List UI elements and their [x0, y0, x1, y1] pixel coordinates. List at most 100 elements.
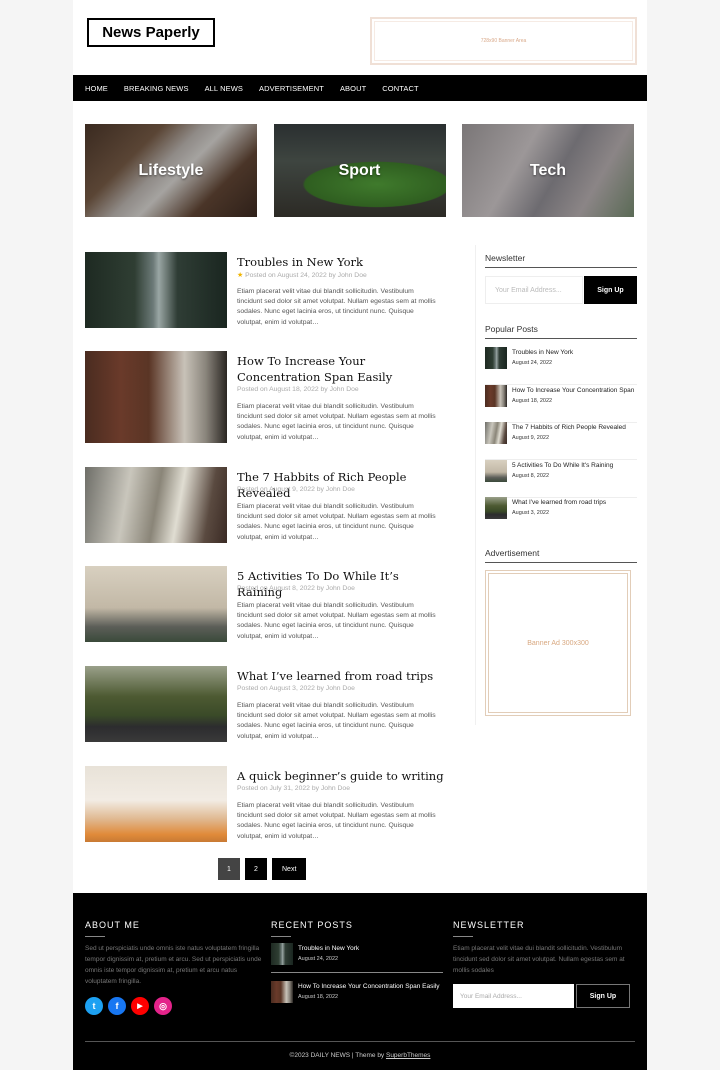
- footer-recent-title: RECENT POSTS: [271, 920, 353, 937]
- footer-post-title[interactable]: How To Increase Your Concentration Span …: [298, 983, 440, 990]
- post-thumbnail[interactable]: [85, 467, 227, 543]
- facebook-icon[interactable]: f: [108, 997, 126, 1015]
- post-thumbnail[interactable]: [85, 351, 227, 443]
- pagination: 1 2 Next: [218, 858, 307, 880]
- post-meta: Posted on July 31, 2022 by John Doe: [237, 785, 350, 792]
- category-tiles: Lifestyle Sport Tech: [85, 124, 634, 217]
- star-icon: ★: [237, 272, 244, 279]
- post-meta: Posted on August 8, 2022 by John Doe: [237, 585, 355, 592]
- popular-posts-title: Popular Posts: [485, 324, 637, 339]
- site-logo[interactable]: News Paperly: [87, 18, 215, 47]
- page: News Paperly 728x90 Banner Area HOME BRE…: [73, 0, 647, 1070]
- nav-about[interactable]: ABOUT: [340, 84, 366, 93]
- post-title[interactable]: The 7 Habbits of Rich People Revealed: [237, 469, 447, 501]
- popular-post-thumbnail[interactable]: [485, 497, 507, 519]
- copyright-text: ©2023 DAILY NEWS | Theme by: [289, 1052, 386, 1059]
- footer-divider: [85, 1041, 635, 1042]
- popular-post-thumbnail[interactable]: [485, 347, 507, 369]
- popular-post-date: August 8, 2022: [512, 473, 550, 479]
- popular-post-title[interactable]: How To Increase Your Concentration Span: [512, 387, 634, 394]
- post-meta-text: Posted on August 24, 2022 by John Doe: [245, 272, 367, 279]
- post-meta: ★ Posted on August 24, 2022 by John Doe: [237, 271, 367, 279]
- category-label: Lifestyle: [138, 161, 204, 179]
- popular-post-title[interactable]: Troubles in New York: [512, 349, 573, 356]
- popular-post-title[interactable]: The 7 Habbits of Rich People Revealed: [512, 424, 626, 431]
- main-nav: HOME BREAKING NEWS ALL NEWS ADVERTISEMEN…: [73, 75, 647, 101]
- sidebar-banner-ad[interactable]: Banner Ad 300x300: [485, 570, 631, 716]
- popular-post-title[interactable]: What I've learned from road trips: [512, 499, 606, 506]
- category-label: Tech: [529, 161, 567, 179]
- footer-post-date: August 24, 2022: [298, 956, 339, 962]
- popular-post-thumbnail[interactable]: [485, 385, 507, 407]
- advertisement-widget-title: Advertisement: [485, 548, 637, 563]
- post-meta: Posted on August 9, 2022 by John Doe: [237, 486, 355, 493]
- nav-contact[interactable]: CONTACT: [382, 84, 418, 93]
- social-links: t f ▶ ◎: [85, 997, 172, 1015]
- post-title[interactable]: What I’ve learned from road trips: [237, 668, 447, 684]
- page-2-button[interactable]: 2: [245, 858, 267, 880]
- post-excerpt: Etiam placerat velit vitae dui blandit s…: [237, 602, 436, 640]
- banner-text: 728x90 Banner Area: [480, 38, 527, 44]
- category-sport[interactable]: Sport: [273, 124, 446, 217]
- post-excerpt: Etiam placerat velit vitae dui blandit s…: [237, 802, 436, 840]
- post-title[interactable]: Troubles in New York: [237, 254, 447, 270]
- popular-post-item[interactable]: Troubles in New York August 24, 2022: [485, 347, 637, 385]
- footer: ABOUT ME Sed ut perspiciatis unde omnis …: [73, 893, 647, 1070]
- popular-post-item[interactable]: How To Increase Your Concentration Span …: [485, 385, 637, 423]
- youtube-icon[interactable]: ▶: [131, 997, 149, 1015]
- ad-text: Banner Ad 300x300: [527, 639, 589, 647]
- post-title[interactable]: A quick beginner’s guide to writing: [237, 768, 447, 784]
- sidebar-divider: [475, 245, 476, 725]
- footer-recent-post[interactable]: Troubles in New York August 24, 2022: [271, 943, 443, 979]
- category-tech[interactable]: Tech: [462, 124, 634, 217]
- footer-newsletter-title: NEWSLETTER: [453, 920, 525, 937]
- nav-home[interactable]: HOME: [85, 84, 108, 93]
- post-excerpt: Etiam placerat velit vitae dui blandit s…: [237, 503, 436, 541]
- category-label: Sport: [338, 161, 381, 179]
- post-title[interactable]: How To Increase Your Concentration Span …: [237, 353, 447, 385]
- popular-post-item[interactable]: The 7 Habbits of Rich People Revealed Au…: [485, 422, 637, 460]
- post-thumbnail[interactable]: [85, 566, 227, 642]
- popular-post-date: August 24, 2022: [512, 360, 553, 366]
- popular-post-item[interactable]: 5 Activities To Do While It's Raining Au…: [485, 460, 637, 498]
- footer-signup-button[interactable]: Sign Up: [576, 984, 630, 1008]
- footer-post-title[interactable]: Troubles in New York: [298, 945, 359, 952]
- post-excerpt: Etiam placerat velit vitae dui blandit s…: [237, 702, 436, 740]
- footer-email-input[interactable]: Your Email Address...: [453, 984, 574, 1008]
- post-title[interactable]: 5 Activities To Do While It’s Raining: [237, 568, 447, 600]
- post-thumbnail[interactable]: [85, 666, 227, 742]
- post-meta: Posted on August 3, 2022 by John Doe: [237, 685, 355, 692]
- post-thumbnail[interactable]: [85, 766, 227, 842]
- nav-advertisement[interactable]: ADVERTISEMENT: [259, 84, 324, 93]
- popular-post-title[interactable]: 5 Activities To Do While It's Raining: [512, 462, 613, 469]
- next-page-button[interactable]: Next: [272, 858, 307, 880]
- post-thumbnail[interactable]: [85, 252, 227, 328]
- post-excerpt: Etiam placerat velit vitae dui blandit s…: [237, 403, 436, 441]
- popular-post-thumbnail[interactable]: [485, 422, 507, 444]
- twitter-icon[interactable]: t: [85, 997, 103, 1015]
- copyright: ©2023 DAILY NEWS | Theme by SuperbThemes: [73, 1052, 647, 1059]
- footer-about-text: Sed ut perspiciatis unde omnis iste natu…: [85, 945, 262, 985]
- sidebar-signup-button[interactable]: Sign Up: [584, 276, 637, 304]
- theme-credit-link[interactable]: SuperbThemes: [386, 1052, 430, 1059]
- nav-all-news[interactable]: ALL NEWS: [205, 84, 243, 93]
- popular-post-date: August 18, 2022: [512, 398, 553, 404]
- footer-post-divider: [271, 972, 443, 973]
- footer-post-thumbnail[interactable]: [271, 943, 293, 965]
- instagram-icon[interactable]: ◎: [154, 997, 172, 1015]
- footer-recent-post[interactable]: How To Increase Your Concentration Span …: [271, 981, 443, 1017]
- footer-post-thumbnail[interactable]: [271, 981, 293, 1003]
- category-lifestyle[interactable]: Lifestyle: [85, 124, 257, 217]
- top-banner-ad[interactable]: 728x90 Banner Area: [370, 17, 637, 65]
- popular-post-thumbnail[interactable]: [485, 460, 507, 482]
- popular-post-date: August 9, 2022: [512, 435, 550, 441]
- post-excerpt: Etiam placerat velit vitae dui blandit s…: [237, 288, 436, 326]
- footer-post-date: August 18, 2022: [298, 994, 339, 1000]
- footer-about-title: ABOUT ME: [85, 920, 140, 937]
- footer-newsletter-text: Etiam placerat velit vitae dui blandit s…: [453, 945, 625, 974]
- post-meta: Posted on August 18, 2022 by John Doe: [237, 386, 359, 393]
- page-1-button[interactable]: 1: [218, 858, 240, 880]
- nav-breaking-news[interactable]: BREAKING NEWS: [124, 84, 189, 93]
- popular-post-item[interactable]: What I've learned from road trips August…: [485, 497, 637, 535]
- sidebar-email-input[interactable]: Your Email Address...: [485, 276, 583, 304]
